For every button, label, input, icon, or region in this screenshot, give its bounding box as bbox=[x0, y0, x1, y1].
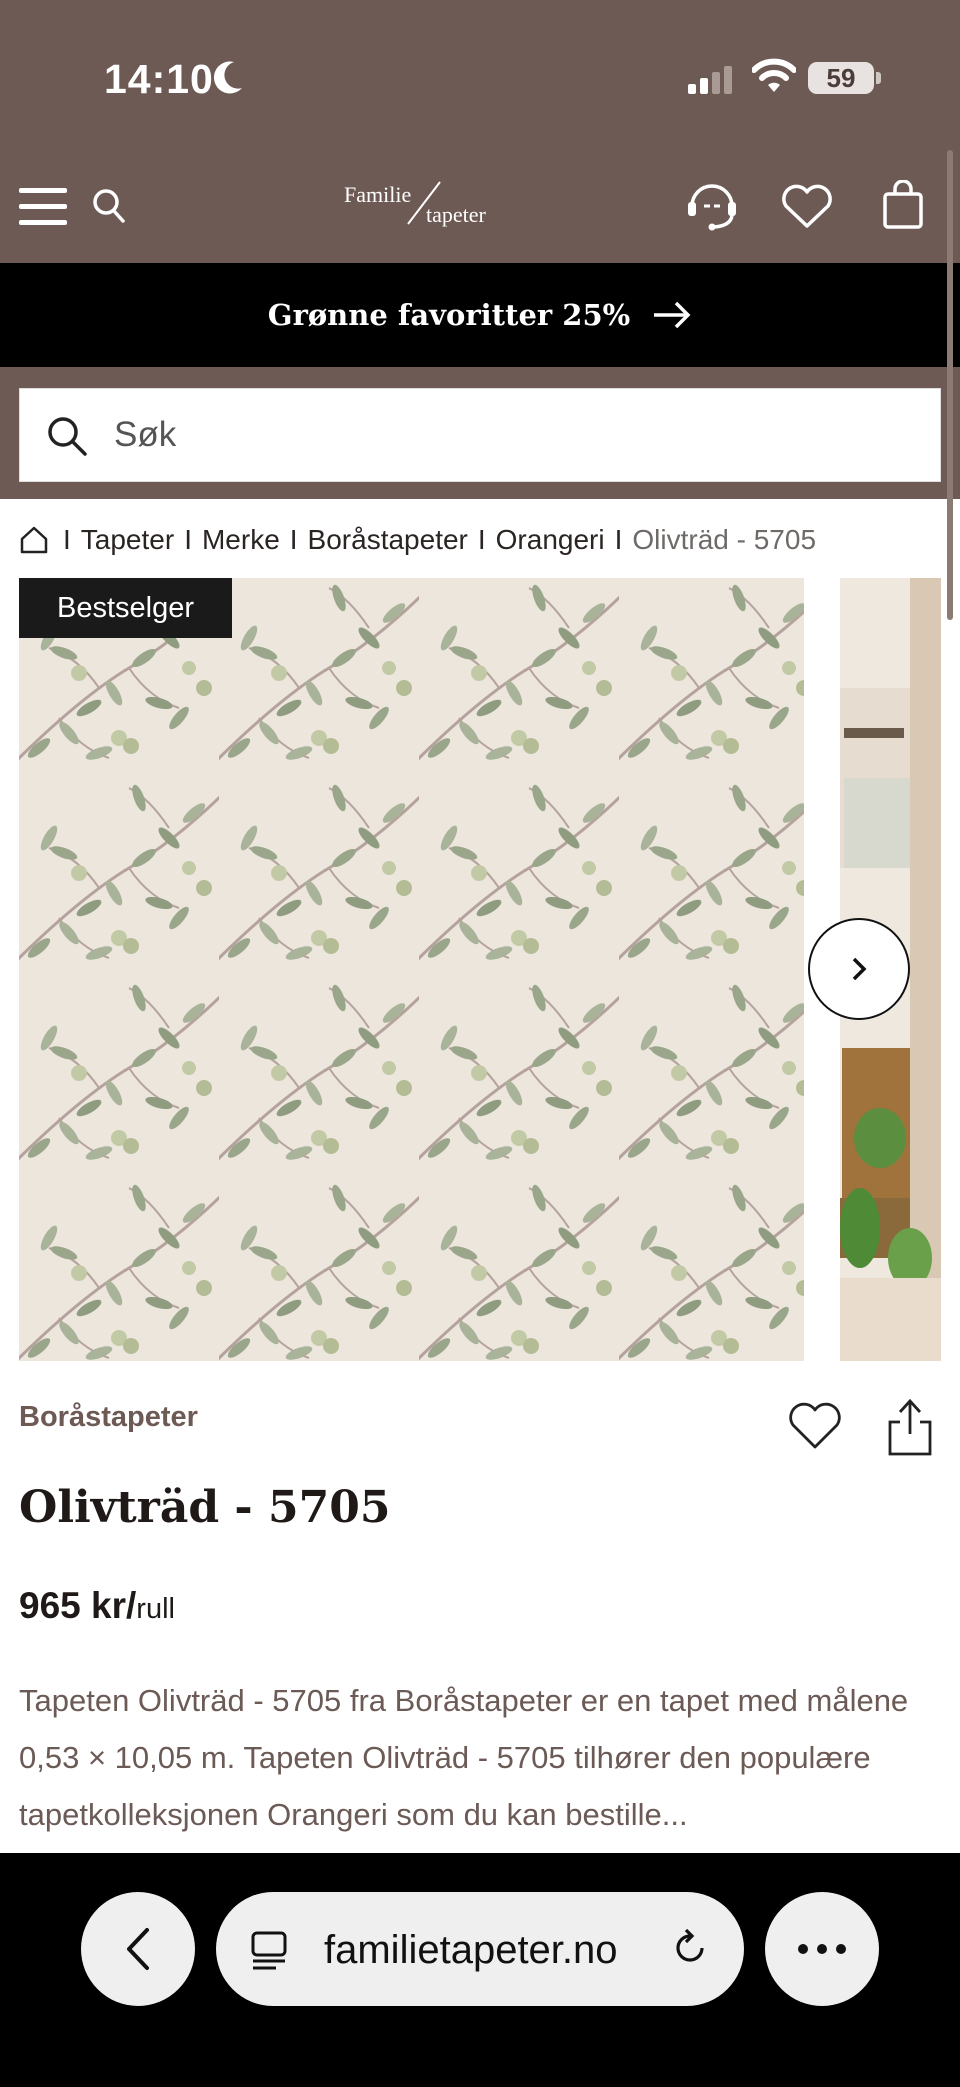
product-title: Olivträd - 5705 bbox=[19, 1482, 391, 1533]
wifi-icon bbox=[752, 58, 796, 92]
search-icon[interactable] bbox=[92, 188, 126, 224]
battery-indicator: 59 bbox=[808, 62, 874, 94]
browser-back-button[interactable] bbox=[81, 1892, 195, 2006]
site-logo[interactable]: Familie tapeter bbox=[340, 180, 510, 232]
chevron-left-icon bbox=[127, 1928, 149, 1970]
customer-service-icon[interactable] bbox=[684, 180, 740, 232]
product-brand[interactable]: Boråstapeter bbox=[19, 1401, 198, 1434]
breadcrumb-separator: I bbox=[477, 524, 486, 555]
status-time: 14:10 bbox=[104, 56, 214, 102]
chevron-right-icon bbox=[852, 957, 867, 981]
reload-icon[interactable] bbox=[668, 1926, 712, 1970]
search-section bbox=[0, 367, 960, 499]
battery-tip bbox=[876, 72, 881, 84]
price-unit: rull bbox=[136, 1593, 175, 1625]
share-icon[interactable] bbox=[886, 1398, 934, 1458]
olive-branch-pattern bbox=[19, 578, 804, 1361]
cellular-signal-icon bbox=[688, 66, 732, 94]
breadcrumb-separator: I bbox=[614, 524, 623, 555]
promo-text: Grønne favoritter 25% bbox=[267, 298, 631, 332]
breadcrumb-item[interactable]: Tapeter bbox=[81, 524, 174, 556]
search-input[interactable] bbox=[114, 403, 914, 467]
product-image-wallpaper[interactable] bbox=[19, 578, 804, 1361]
scrollbar[interactable] bbox=[947, 150, 953, 620]
moon-icon bbox=[213, 61, 242, 94]
breadcrumb-separator: I bbox=[184, 524, 192, 555]
search-icon bbox=[48, 417, 87, 456]
ellipsis-icon bbox=[798, 1944, 846, 1954]
arrow-right-icon bbox=[654, 301, 691, 329]
gallery-next-button[interactable] bbox=[808, 918, 910, 1020]
logo-text-familie: Familie bbox=[344, 182, 412, 207]
page-menu-icon[interactable] bbox=[250, 1930, 290, 1970]
browser-more-button[interactable] bbox=[765, 1892, 879, 2006]
home-icon[interactable] bbox=[19, 525, 49, 555]
breadcrumb: I Tapeter I Merke I Boråstapeter I Orang… bbox=[19, 522, 816, 558]
product-description: Tapeten Olivträd - 5705 fra Boråstapeter… bbox=[19, 1683, 909, 1832]
breadcrumb-item[interactable]: Orangeri bbox=[496, 524, 605, 556]
price-amount: 965 kr/ bbox=[19, 1585, 137, 1626]
logo-text-tapeter: tapeter bbox=[426, 202, 486, 227]
shopping-bag-icon[interactable] bbox=[882, 180, 924, 230]
breadcrumb-separator: I bbox=[289, 524, 298, 555]
browser-url: familietapeter.no bbox=[324, 1928, 618, 1972]
wishlist-heart-icon[interactable] bbox=[780, 184, 834, 230]
bestseller-badge: Bestselger bbox=[19, 578, 233, 638]
breadcrumb-separator: I bbox=[63, 524, 71, 555]
breadcrumb-item[interactable]: Merke bbox=[202, 524, 280, 556]
add-to-wishlist-heart-icon[interactable] bbox=[788, 1402, 842, 1452]
hamburger-menu-icon[interactable] bbox=[19, 186, 67, 226]
product-price: 965 kr/rull bbox=[19, 1585, 175, 1627]
promo-banner[interactable]: Grønne favoritter 25% bbox=[0, 263, 960, 367]
search-box[interactable] bbox=[19, 388, 941, 482]
breadcrumb-item[interactable]: Boråstapeter bbox=[308, 524, 468, 556]
browser-address-bar[interactable]: familietapeter.no bbox=[216, 1892, 744, 2006]
breadcrumb-current: Olivträd - 5705 bbox=[632, 524, 817, 555]
